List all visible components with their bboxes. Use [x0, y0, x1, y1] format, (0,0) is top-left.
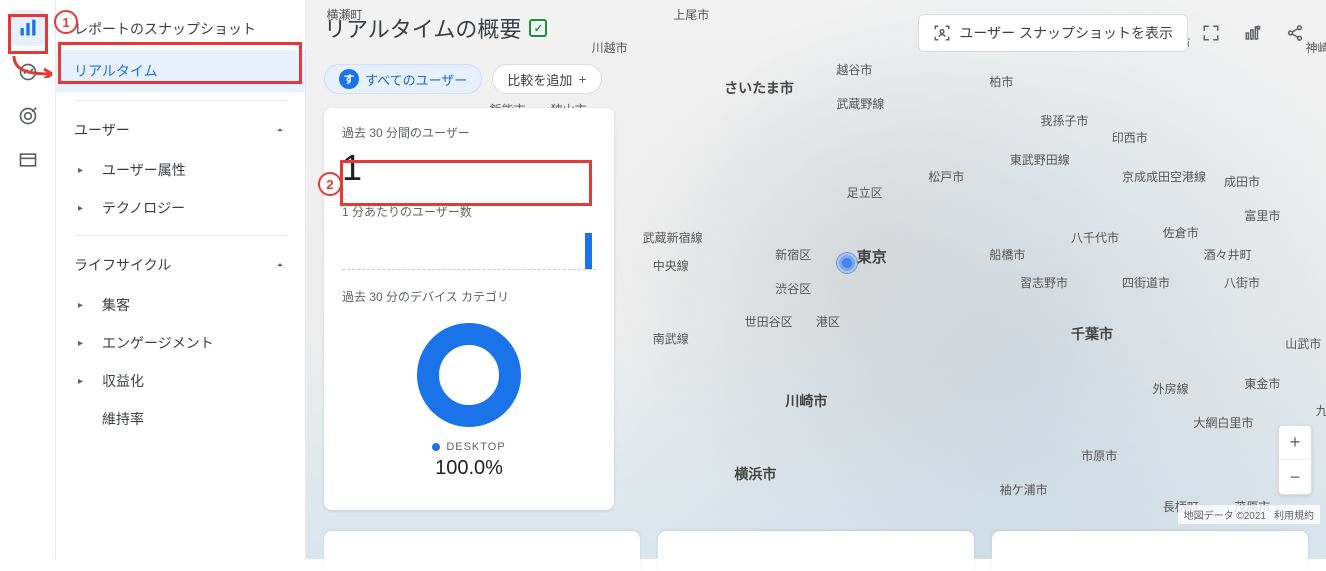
users-per-min-label: 1 分あたりのユーザー数: [342, 203, 596, 220]
caret-spacer: [78, 414, 92, 425]
bottom-cards-row: [324, 531, 1308, 571]
section-user-label: ユーザー: [74, 120, 130, 140]
content-area: 過去 30 分間のユーザー 1 1 分あたりのユーザー数 過去 30 分のデバイ…: [324, 108, 1308, 559]
target-icon[interactable]: [10, 98, 46, 134]
device-donut-chart: [417, 323, 521, 427]
library-icon[interactable]: [10, 142, 46, 178]
nav-sub-label: 収益化: [102, 371, 144, 391]
bottom-card-2[interactable]: [658, 531, 974, 571]
device-legend: DESKTOP: [432, 441, 505, 453]
user-snapshot-button[interactable]: ユーザー スナップショットを表示: [918, 14, 1188, 52]
nav-snapshot[interactable]: レポートのスナップショット: [56, 8, 305, 50]
realtime-users-card: 過去 30 分間のユーザー 1 1 分あたりのユーザー数 過去 30 分のデバイ…: [324, 108, 614, 510]
share-button[interactable]: [1276, 14, 1314, 52]
left-icon-rail: [0, 0, 56, 559]
add-comparison-chip[interactable]: 比較を追加 +: [492, 64, 601, 94]
bottom-card-1[interactable]: [324, 531, 640, 571]
legend-dot: [432, 443, 440, 451]
legend-text: DESKTOP: [446, 441, 505, 453]
reports-icon[interactable]: [10, 10, 46, 46]
plus-icon: +: [578, 71, 586, 87]
page-title-text: リアルタイムの概要: [324, 12, 521, 44]
top-toolbar: リアルタイムの概要 ✓ ユーザー スナップショットを表示: [306, 0, 1326, 60]
chip-label: すべてのユーザー: [365, 70, 467, 89]
verified-check-icon: ✓: [529, 19, 547, 37]
nav-sub-label: テクノロジー: [102, 198, 185, 218]
map-place-label: さいたま市: [724, 78, 794, 98]
caret-right-icon: ▸: [78, 165, 92, 176]
main: 東京さいたま市千葉市横浜市川崎市横瀬町上尾市越谷市川越市取手市龍ケ崎市武蔵野線柏…: [306, 0, 1326, 559]
chevron-up-icon: [273, 258, 287, 272]
nav-monetization[interactable]: ▸ 収益化: [56, 362, 305, 400]
device-category-label: 過去 30 分のデバイス カテゴリ: [342, 288, 596, 305]
fullscreen-icon: [1202, 24, 1220, 42]
share-icon: [1286, 24, 1304, 42]
compare-label: 比較を追加: [507, 70, 572, 89]
device-percent: 100.0%: [435, 457, 503, 480]
section-lifecycle-label: ライフサイクル: [74, 255, 171, 275]
nav-acquisition[interactable]: ▸ 集客: [56, 286, 305, 324]
filter-row: す すべてのユーザー 比較を追加 +: [324, 64, 602, 94]
map-place-label: 柏市: [989, 73, 1013, 90]
scan-user-icon: [933, 24, 951, 42]
page-title: リアルタイムの概要 ✓: [324, 12, 547, 44]
caret-right-icon: ▸: [78, 300, 92, 311]
insights-icon: [1244, 24, 1262, 42]
device-donut-wrap: DESKTOP 100.0%: [342, 311, 596, 480]
divider: [74, 235, 287, 236]
insights-button[interactable]: [1234, 14, 1272, 52]
map-place-label: 九十: [1316, 402, 1326, 419]
bottom-card-3[interactable]: [992, 531, 1308, 571]
nav-technology[interactable]: ▸ テクノロジー: [56, 189, 305, 227]
divider: [74, 100, 287, 101]
section-lifecycle[interactable]: ライフサイクル: [56, 244, 305, 286]
fullscreen-button[interactable]: [1192, 14, 1230, 52]
chart-bar: [585, 233, 592, 269]
map-place-label: 越谷市: [836, 61, 872, 78]
snapshot-button-label: ユーザー スナップショットを表示: [959, 23, 1173, 43]
nav-engagement[interactable]: ▸ エンゲージメント: [56, 324, 305, 362]
nav-sub-label: ユーザー属性: [102, 160, 186, 180]
users-30min-label: 過去 30 分間のユーザー: [342, 124, 596, 141]
nav-user-attributes[interactable]: ▸ ユーザー属性: [56, 151, 305, 189]
nav-sub-label: 維持率: [102, 409, 144, 429]
caret-right-icon: ▸: [78, 338, 92, 349]
chip-badge: す: [339, 69, 359, 89]
sidebar: レポートのスナップショット リアルタイム ユーザー ▸ ユーザー属性 ▸ テクノロジ…: [56, 0, 306, 559]
toolbar-right: ユーザー スナップショットを表示: [918, 14, 1314, 52]
nav-retention[interactable]: 維持率: [56, 400, 305, 438]
explore-icon[interactable]: [10, 54, 46, 90]
caret-right-icon: ▸: [78, 203, 92, 214]
users-per-min-chart: [342, 226, 596, 270]
nav-realtime[interactable]: リアルタイム: [56, 50, 305, 92]
nav-sub-label: エンゲージメント: [102, 333, 214, 353]
users-30min-value: 1: [342, 147, 596, 189]
chevron-up-icon: [273, 123, 287, 137]
section-user[interactable]: ユーザー: [56, 109, 305, 151]
nav-sub-label: 集客: [102, 295, 130, 315]
all-users-chip[interactable]: す すべてのユーザー: [324, 64, 482, 94]
caret-right-icon: ▸: [78, 376, 92, 387]
